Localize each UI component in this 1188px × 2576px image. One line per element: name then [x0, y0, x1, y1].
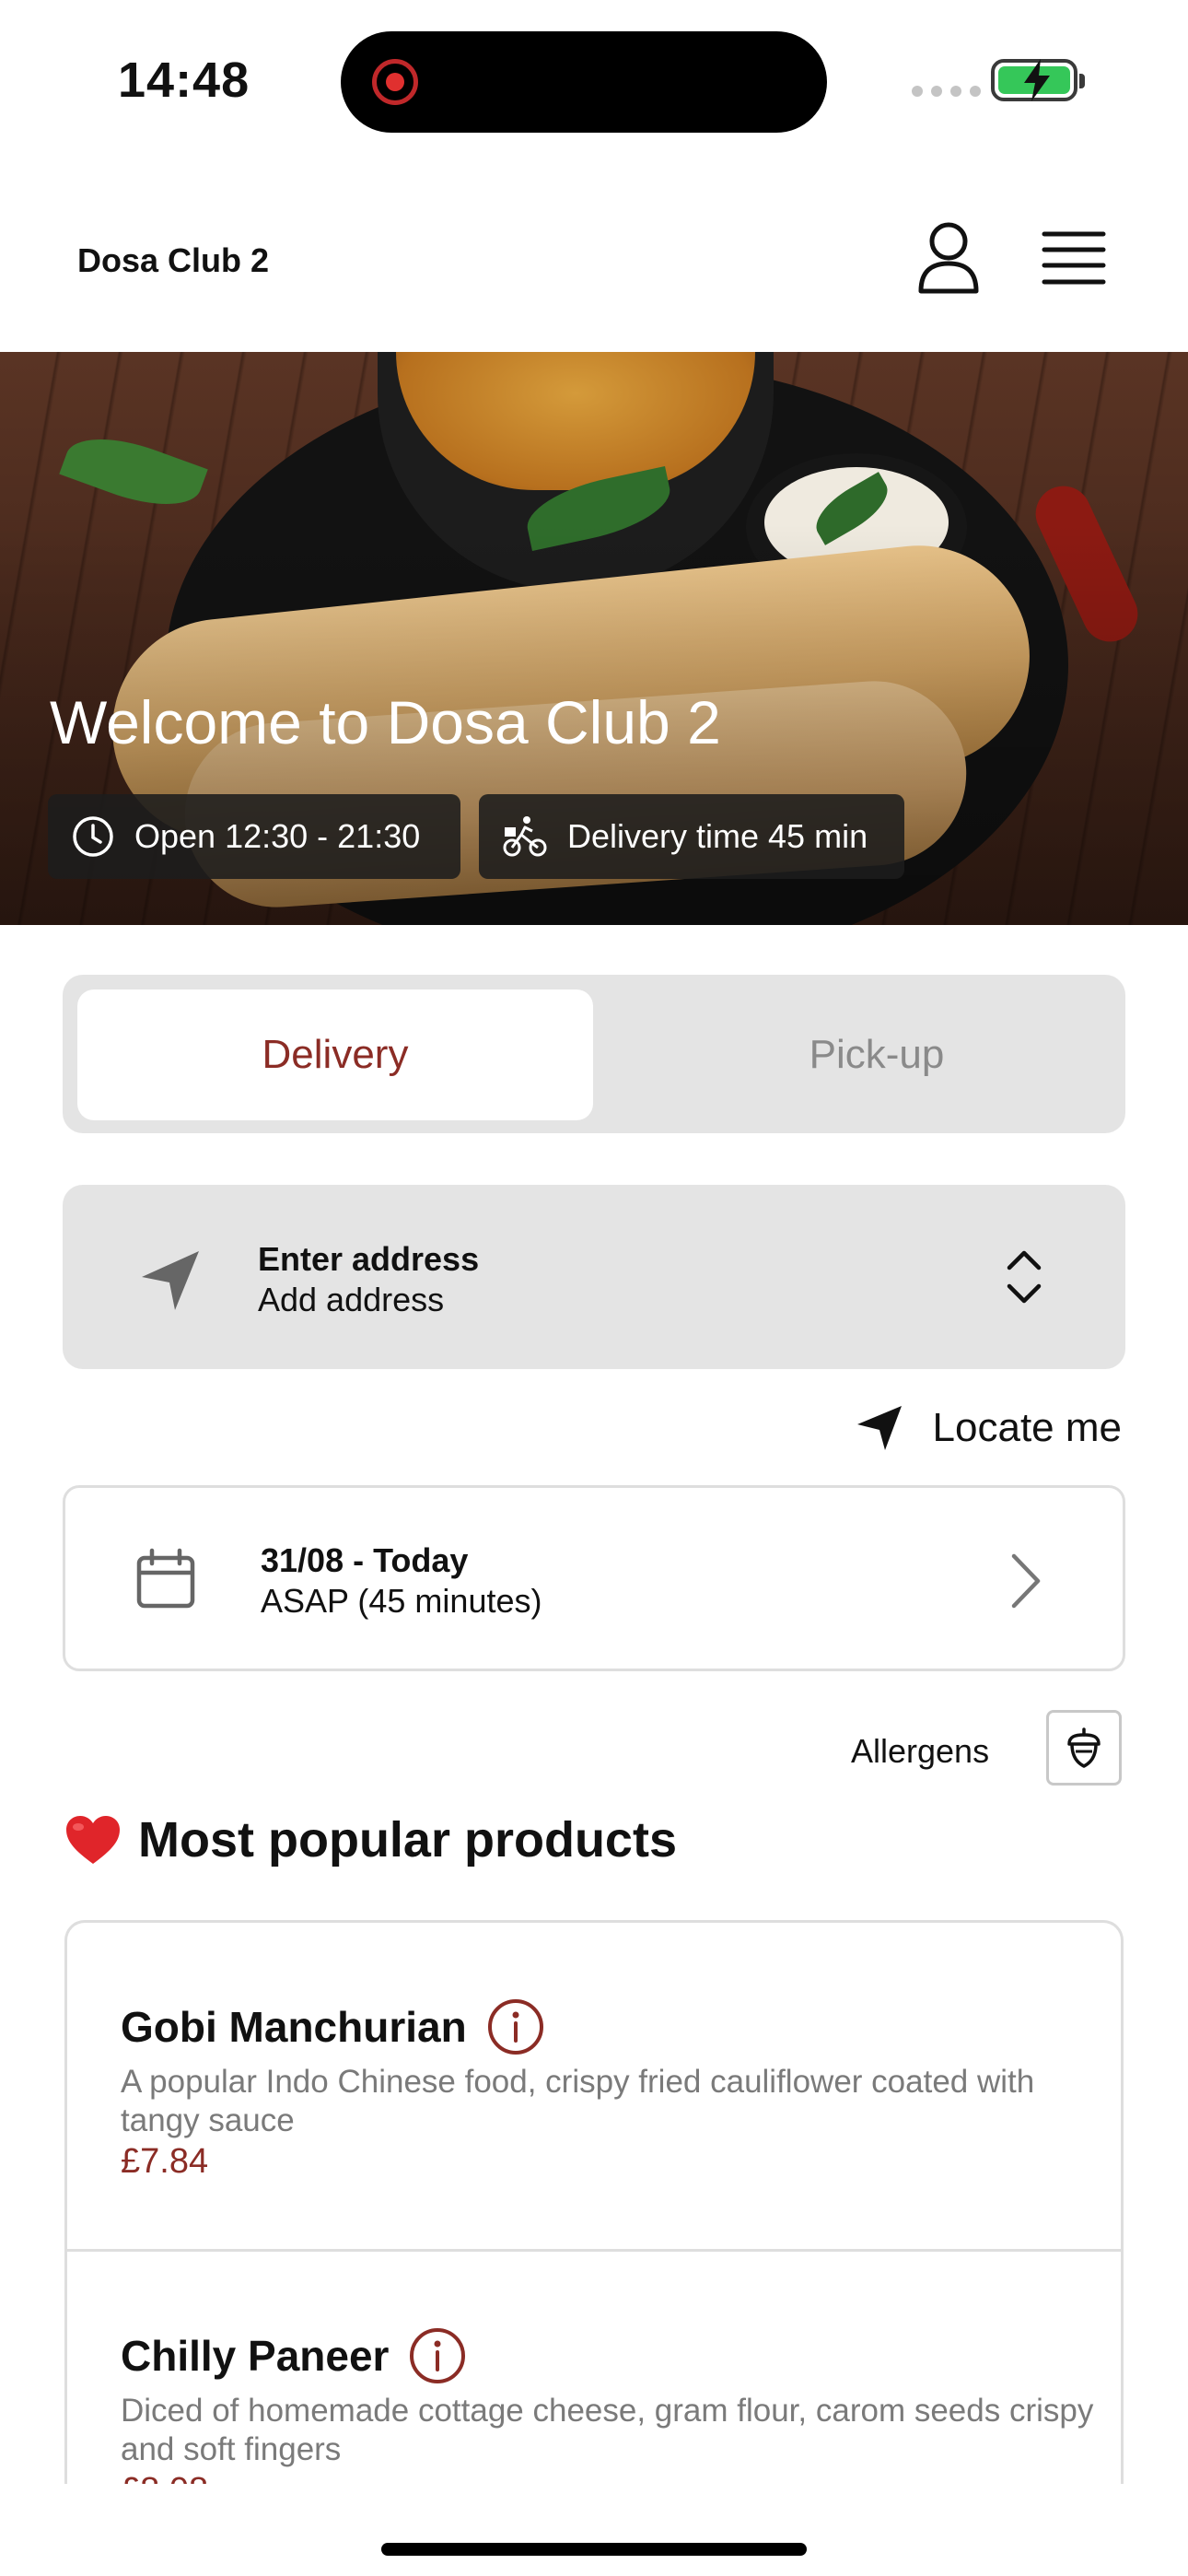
location-arrow-icon — [142, 1251, 199, 1310]
app-header: Dosa Club 2 — [0, 184, 1188, 350]
brand-name[interactable]: Dosa Club 2 — [77, 241, 269, 280]
calendar-icon — [136, 1548, 195, 1609]
schedule-selector[interactable]: 31/08 - Today ASAP (45 minutes) — [63, 1485, 1125, 1671]
home-indicator[interactable] — [381, 2543, 807, 2556]
open-hours-badge: Open 12:30 - 21:30 — [48, 794, 460, 879]
product-name: Chilly Paneer — [121, 2332, 390, 2380]
product-card[interactable]: Chilly Paneer Diced of homemade cottage … — [67, 2249, 1121, 2484]
delivery-time-badge: Delivery time 45 min — [479, 794, 904, 879]
delivery-time-text: Delivery time 45 min — [567, 817, 868, 855]
product-name-row: Gobi Manchurian — [121, 1998, 544, 2055]
tab-pickup[interactable]: Pick-up — [656, 989, 1098, 1120]
section-heading: Most popular products — [64, 1811, 677, 1868]
status-bar: 14:48 — [0, 0, 1188, 157]
order-mode-toggle: Delivery Pick-up — [63, 975, 1125, 1133]
product-description: Diced of homemade cottage cheese, gram f… — [121, 2393, 1094, 2467]
battery-charging-icon — [991, 59, 1085, 101]
chevron-up-down-icon — [1007, 1250, 1042, 1304]
product-price: £7.84 — [121, 2142, 209, 2181]
allergens-label: Allergens — [851, 1732, 990, 1770]
address-subtitle: Add address — [258, 1281, 445, 1318]
open-hours-text: Open 12:30 - 21:30 — [134, 817, 421, 855]
signal-dots-icon — [912, 86, 981, 97]
product-list: Gobi Manchurian A popular Indo Chinese f… — [64, 1920, 1124, 2484]
chevron-right-icon — [1011, 1553, 1041, 1609]
info-icon[interactable] — [409, 2327, 466, 2384]
screen-recording-icon — [372, 59, 418, 105]
product-price: £8.08 — [121, 2471, 208, 2484]
clock-icon — [73, 816, 113, 857]
menu-icon[interactable] — [1041, 228, 1107, 287]
hero-title: Welcome to Dosa Club 2 — [50, 688, 721, 756]
navigation-arrow-icon — [856, 1406, 902, 1450]
address-title: Enter address — [258, 1240, 480, 1278]
heart-icon — [66, 1816, 120, 1864]
status-time: 14:48 — [118, 53, 250, 108]
address-selector[interactable]: Enter address Add address — [63, 1185, 1125, 1369]
product-card[interactable]: Gobi Manchurian A popular Indo Chinese f… — [67, 1923, 1121, 2249]
schedule-date: 31/08 - Today — [261, 1541, 469, 1579]
product-name-row: Chilly Paneer — [121, 2327, 466, 2384]
info-icon[interactable] — [487, 1998, 544, 2055]
bicycle-icon — [503, 816, 547, 857]
tab-delivery[interactable]: Delivery — [77, 989, 593, 1120]
acorn-icon — [1067, 1727, 1101, 1768]
locate-me-label: Locate me — [932, 1405, 1122, 1450]
user-icon[interactable] — [915, 221, 982, 295]
product-description: A popular Indo Chinese food, crispy frie… — [121, 2064, 1035, 2138]
hero-banner: Welcome to Dosa Club 2 Open 12:30 - 21:3… — [0, 352, 1188, 925]
dynamic-island — [341, 31, 827, 133]
product-name: Gobi Manchurian — [121, 2003, 467, 2051]
section-heading-text: Most popular products — [138, 1812, 677, 1868]
locate-me-button[interactable]: Locate me — [854, 1399, 1122, 1458]
allergens-button[interactable] — [1046, 1710, 1122, 1786]
schedule-time: ASAP (45 minutes) — [261, 1582, 542, 1620]
